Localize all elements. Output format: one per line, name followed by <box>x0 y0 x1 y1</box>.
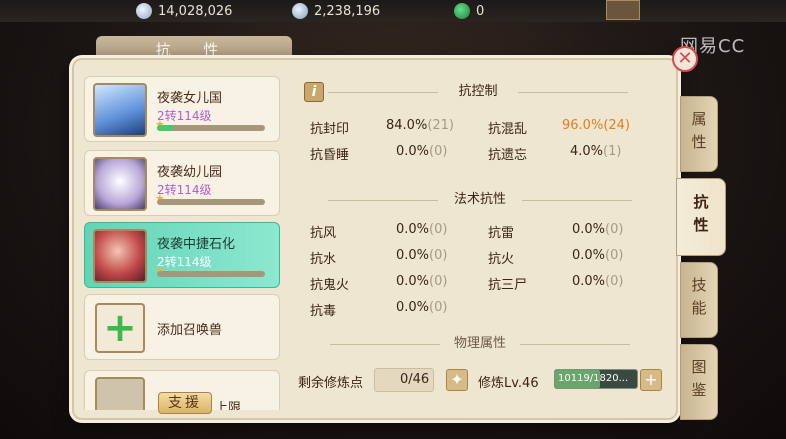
tab-attributes[interactable]: 属性 <box>680 96 718 172</box>
tab-resistance[interactable]: 抗性 <box>676 178 726 256</box>
pet-exp-fill <box>157 125 174 131</box>
silver-amount: 14,028,026 <box>158 3 233 19</box>
cultivation-exp-text: 10119/1820... <box>558 373 629 384</box>
top-currency-bar: 14,028,026 2,238,196 0 <box>0 0 786 22</box>
pet-card[interactable]: 夜袭女儿国 2转114级 ★ <box>84 76 280 142</box>
control-resistance-heading: 抗控制 <box>328 82 628 102</box>
pet-name: 夜袭幼儿园 <box>157 165 223 180</box>
stat-value: 0.0%(0) <box>572 248 624 263</box>
shop-icon[interactable] <box>606 0 640 20</box>
stat-value: 0.0%(0) <box>396 144 448 159</box>
remaining-points-value: 0/46 <box>400 372 430 387</box>
jade-amount: 0 <box>476 3 485 19</box>
stat-label: 抗封印 <box>310 122 350 137</box>
silver-coin-icon <box>136 3 152 19</box>
cloud-coin-icon <box>292 3 308 19</box>
stat-value: 84.0%(21) <box>386 118 454 133</box>
close-button[interactable]: ✕ <box>672 46 698 72</box>
tab-skills[interactable]: 技能 <box>680 262 718 338</box>
stat-label: 抗水 <box>310 252 337 267</box>
cloud-amount: 2,238,196 <box>314 3 381 19</box>
add-pet-card[interactable]: + 添加召唤兽 <box>84 294 280 360</box>
jade-icon <box>454 3 470 19</box>
stat-label: 抗鬼火 <box>310 278 350 293</box>
lock-icon <box>95 377 145 410</box>
cloud-currency: 2,238,196 <box>292 2 380 20</box>
pet-avatar <box>93 157 147 211</box>
add-pet-label: 添加召唤兽 <box>157 323 223 338</box>
pet-exp-bar <box>157 199 265 205</box>
cultivation-level-label: 修炼Lv.46 <box>478 376 539 391</box>
stat-value: 0.0%(0) <box>396 248 448 263</box>
stat-label: 抗混乱 <box>488 122 528 137</box>
stat-label: 抗火 <box>488 252 515 267</box>
tab-gallery[interactable]: 图鉴 <box>680 344 718 420</box>
stat-value: 0.0%(0) <box>396 300 448 315</box>
pet-list[interactable]: 夜袭女儿国 2转114级 ★ 夜袭幼儿园 2转114级 ★ 夜袭中捷石化 2转1… <box>84 72 280 410</box>
physical-attributes-heading: 物理属性 <box>330 334 630 354</box>
pet-card-selected[interactable]: 夜袭中捷石化 2转114级 ★ <box>84 222 280 288</box>
stat-label: 抗三尸 <box>488 278 528 293</box>
pet-avatar <box>93 83 147 137</box>
info-icon[interactable]: i <box>304 82 324 102</box>
add-cultivation-button[interactable]: + <box>640 369 662 391</box>
locked-slot-label: 上限 <box>215 401 242 410</box>
cultivation-icon[interactable]: ✦ <box>446 369 468 391</box>
jade-currency: 0 <box>454 2 484 20</box>
stat-value: 0.0%(0) <box>396 222 448 237</box>
pet-name: 夜袭女儿国 <box>157 91 223 106</box>
pet-name: 夜袭中捷石化 <box>157 237 236 252</box>
remaining-points-label: 剩余修炼点 <box>298 376 364 391</box>
cultivation-bar: 剩余修炼点 0/46 ✦ 修炼Lv.46 10119/1820... + <box>290 364 670 396</box>
pet-exp-bar <box>157 125 265 131</box>
stat-label: 抗毒 <box>310 304 337 319</box>
pet-exp-bar <box>157 271 265 277</box>
support-button[interactable]: 支援 <box>158 392 212 414</box>
pet-avatar <box>93 229 147 283</box>
stat-value: 4.0%(1) <box>570 144 622 159</box>
stat-value: 0.0%(0) <box>396 274 448 289</box>
stat-label: 抗雷 <box>488 226 515 241</box>
stat-label: 抗遗忘 <box>488 148 528 163</box>
stat-label: 抗昏睡 <box>310 148 350 163</box>
magic-resistance-heading: 法术抗性 <box>328 190 632 210</box>
stat-label: 抗风 <box>310 226 337 241</box>
stat-value: 0.0%(0) <box>572 274 624 289</box>
plus-icon: + <box>95 303 145 353</box>
silver-currency: 14,028,026 <box>136 2 232 20</box>
stat-value: 0.0%(0) <box>572 222 624 237</box>
stat-value-highlight: 96.0%(24) <box>562 118 630 133</box>
pet-card[interactable]: 夜袭幼儿园 2转114级 ★ <box>84 150 280 216</box>
